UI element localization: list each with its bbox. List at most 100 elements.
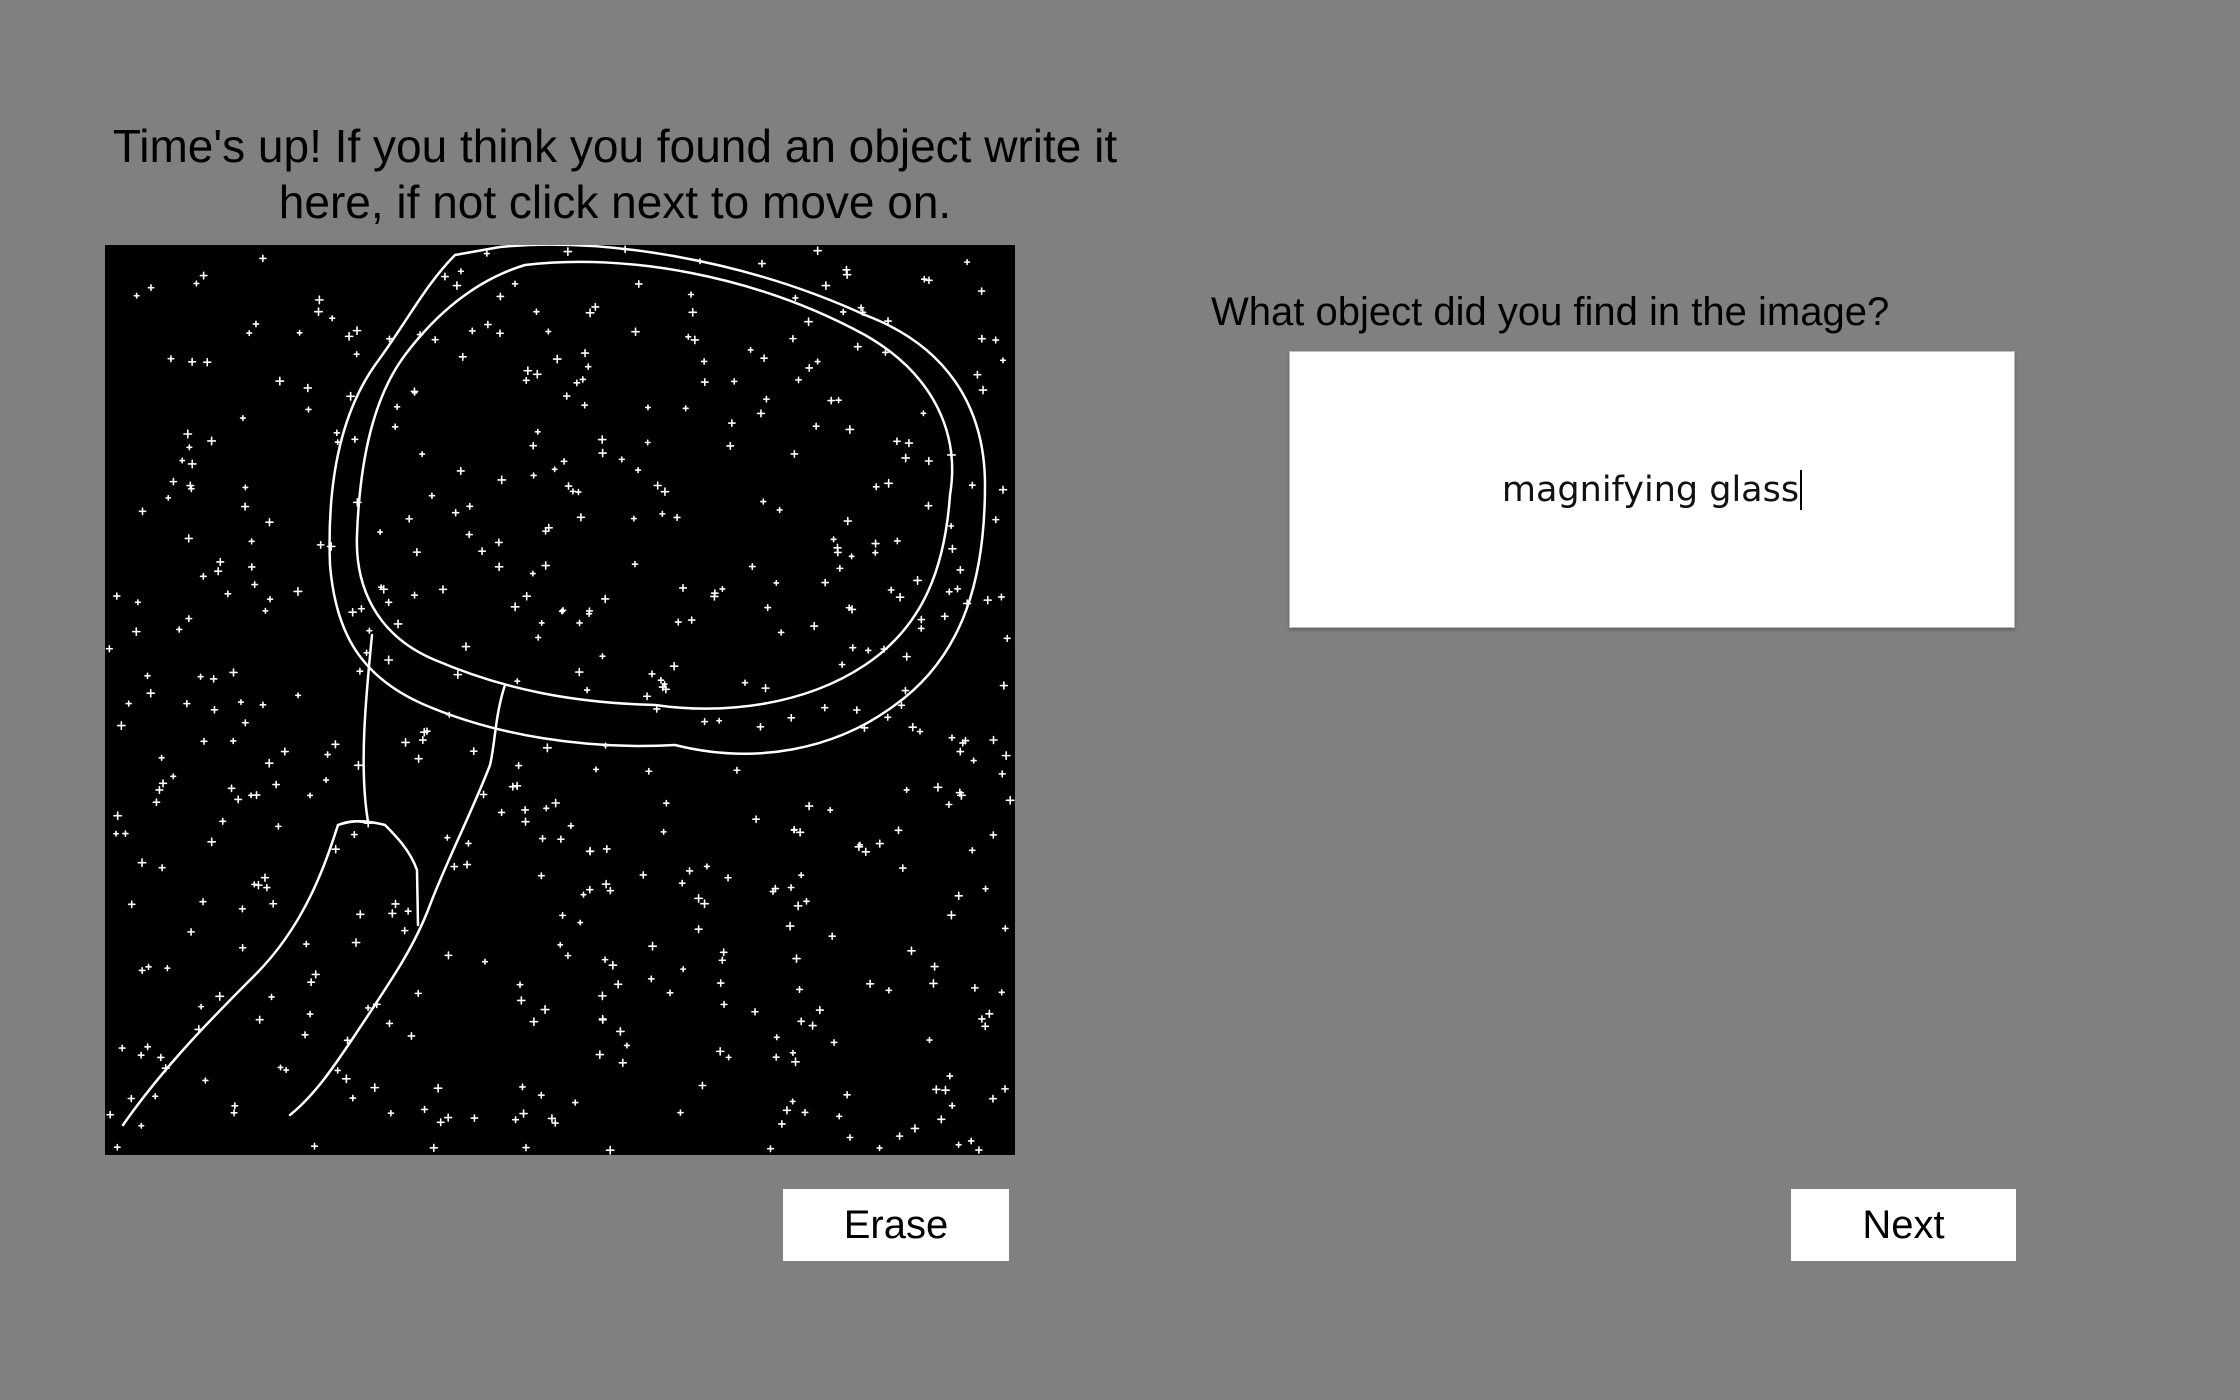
- star-dot: [522, 376, 530, 385]
- star-dot: [391, 423, 399, 431]
- star-dot: [894, 826, 903, 835]
- star-dot: [997, 593, 1006, 601]
- star-dot: [516, 981, 524, 989]
- star-dot: [904, 438, 914, 448]
- star-dot: [789, 1049, 797, 1056]
- star-dot: [602, 844, 611, 853]
- star-dot: [795, 985, 804, 994]
- star-dot: [167, 355, 175, 363]
- star-dot: [275, 376, 285, 386]
- star-dot: [730, 378, 738, 385]
- answer-input-value: magnifying glass: [1501, 469, 1800, 510]
- star-dot: [791, 1057, 801, 1067]
- star-dot: [265, 517, 274, 527]
- star-dot: [497, 475, 507, 485]
- star-dot: [260, 873, 270, 882]
- star-dot: [916, 728, 924, 735]
- star-dot: [534, 428, 541, 435]
- star-dot: [599, 653, 606, 660]
- star-dot: [105, 645, 114, 653]
- star-dot: [787, 713, 796, 722]
- star-dot: [1005, 795, 1015, 805]
- star-dot: [562, 392, 571, 400]
- star-dot: [268, 993, 275, 1001]
- star-dot: [917, 615, 926, 624]
- star-dot: [598, 448, 608, 458]
- drawing-handle-right: [288, 683, 507, 1117]
- star-dot: [945, 800, 953, 809]
- star-dot: [586, 885, 594, 894]
- star-dot: [302, 940, 310, 948]
- star-dot: [659, 510, 666, 518]
- next-button[interactable]: Next: [1791, 1189, 2016, 1261]
- star-dot: [985, 1009, 994, 1019]
- star-dot: [456, 466, 465, 476]
- star-dot: [601, 879, 611, 889]
- star-dot: [334, 1067, 341, 1074]
- star-dot: [391, 899, 400, 909]
- star-dot: [680, 965, 687, 973]
- star-dot: [469, 747, 478, 756]
- star-dot: [125, 700, 132, 707]
- star-dot: [787, 883, 795, 891]
- star-dot: [601, 956, 609, 964]
- answer-input[interactable]: magnifying glass: [1289, 351, 2015, 628]
- star-dot: [557, 835, 565, 843]
- star-dot: [843, 1090, 851, 1099]
- star-dot: [828, 932, 837, 941]
- star-dot: [514, 678, 521, 685]
- star-dot: [931, 1085, 941, 1094]
- star-dot: [377, 529, 384, 536]
- star-dot: [461, 642, 471, 651]
- star-dot: [719, 585, 726, 593]
- star-dot: [545, 328, 552, 335]
- star-dot: [436, 1118, 445, 1127]
- star-dot: [353, 351, 360, 358]
- star-dot: [530, 472, 537, 479]
- star-dot: [412, 547, 422, 557]
- star-dot: [756, 409, 766, 418]
- star-dot: [207, 837, 217, 847]
- star-dot: [193, 280, 200, 287]
- star-dot: [776, 506, 783, 514]
- star-dot: [158, 864, 166, 872]
- star-dot: [687, 616, 696, 624]
- star-dot: [158, 754, 165, 762]
- instruction-line-2: here, if not click next to move on.: [278, 176, 952, 228]
- star-dot: [585, 308, 595, 318]
- star-dot: [238, 943, 247, 952]
- star-dot: [200, 737, 208, 745]
- star-dot: [496, 292, 505, 301]
- star-dot: [552, 354, 562, 364]
- star-dot: [782, 1106, 792, 1115]
- star-dot: [255, 1015, 264, 1024]
- star-dot: [718, 956, 727, 965]
- star-dot: [907, 946, 916, 956]
- star-dot: [600, 594, 610, 604]
- star-dot: [978, 385, 988, 395]
- star-dot: [295, 692, 302, 699]
- star-dot: [978, 1015, 986, 1023]
- erase-button[interactable]: Erase: [783, 1189, 1009, 1261]
- star-dot: [516, 996, 526, 1005]
- star-dot: [998, 988, 1006, 996]
- star-dot: [685, 867, 694, 875]
- star-dot: [849, 644, 857, 652]
- star-dot: [694, 893, 704, 903]
- star-dot: [839, 308, 847, 316]
- star-dot: [216, 557, 225, 567]
- star-dot: [571, 1099, 579, 1106]
- star-dot: [843, 516, 853, 526]
- star-dot: [275, 823, 282, 830]
- star-dot: [618, 1058, 628, 1068]
- star-dot: [970, 983, 979, 992]
- star-dot: [533, 308, 540, 316]
- star-dot: [726, 441, 735, 450]
- star-dot: [716, 979, 725, 987]
- drawing-canvas[interactable]: [105, 245, 1015, 1155]
- star-dot: [845, 424, 855, 434]
- star-dot: [798, 872, 805, 879]
- star-dot: [116, 721, 126, 731]
- star-dot: [311, 970, 320, 979]
- drawing-handle-left: [121, 633, 374, 1127]
